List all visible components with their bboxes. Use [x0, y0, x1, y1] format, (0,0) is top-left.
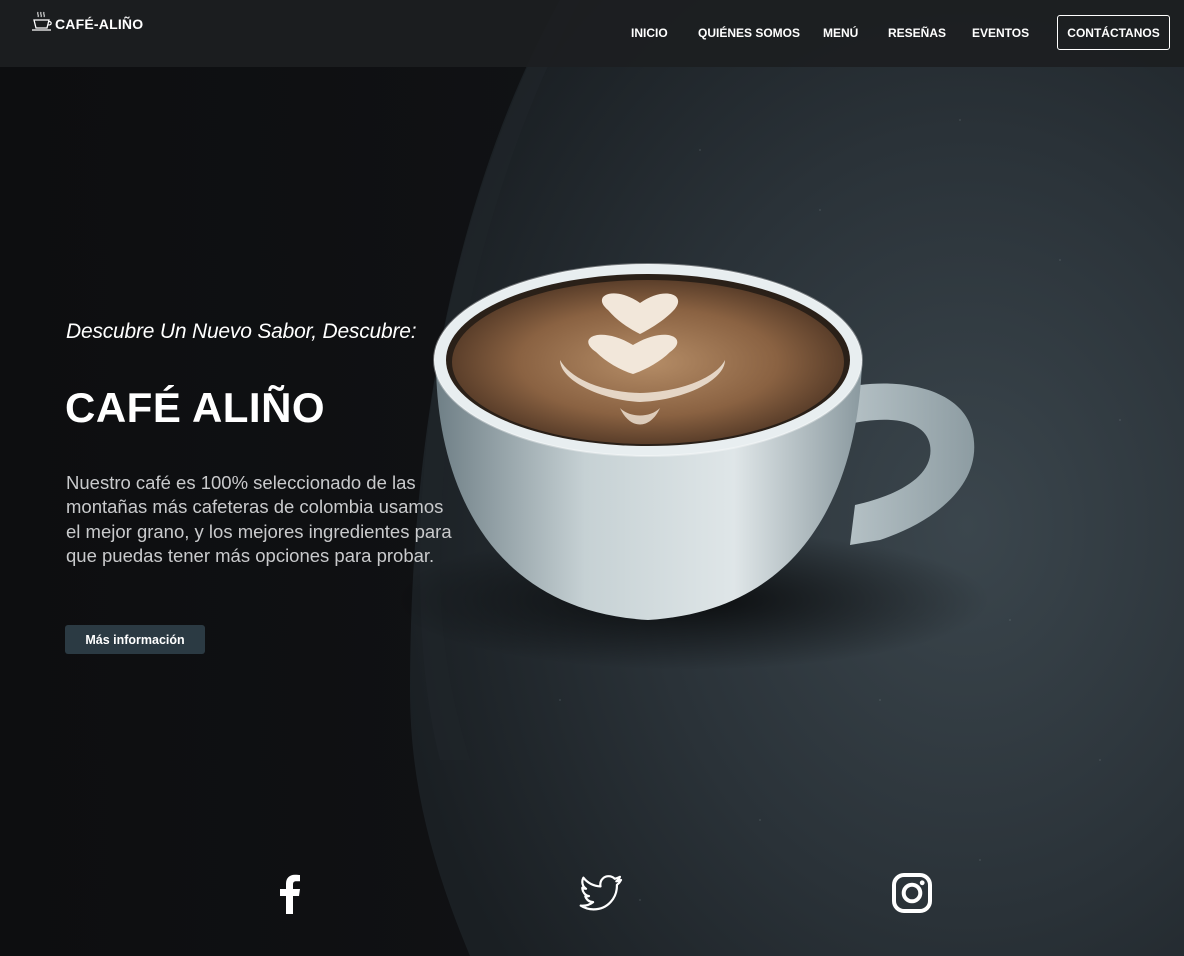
instagram-icon: [892, 873, 932, 913]
nav-item-resenas[interactable]: RESEÑAS: [888, 26, 946, 40]
top-navbar: CAFÉ-ALIÑO INICIO QUIÉNES SOMOS MENÚ RES…: [0, 0, 1184, 67]
more-info-button[interactable]: Más información: [65, 625, 205, 654]
nav-item-menu[interactable]: MENÚ: [823, 26, 858, 40]
brand-name: CAFÉ-ALIÑO: [55, 16, 144, 32]
page: CAFÉ-ALIÑO INICIO QUIÉNES SOMOS MENÚ RES…: [0, 0, 1184, 956]
facebook-link[interactable]: [264, 868, 314, 918]
hero-description: Nuestro café es 100% seleccionado de las…: [66, 472, 452, 566]
brand-logo[interactable]: CAFÉ-ALIÑO: [30, 9, 143, 33]
hero-title: CAFÉ ALIÑO: [65, 384, 326, 431]
coffee-cup-icon: [32, 11, 52, 31]
facebook-icon: [280, 874, 300, 914]
nav-item-quienes-somos[interactable]: QUIÉNES SOMOS: [698, 26, 800, 40]
twitter-link[interactable]: [576, 868, 626, 918]
hero-tagline: Descubre Un Nuevo Sabor, Descubre:: [66, 320, 417, 343]
nav-item-eventos[interactable]: EVENTOS: [972, 26, 1029, 40]
twitter-icon: [579, 875, 623, 911]
instagram-link[interactable]: [887, 868, 937, 918]
nav-item-inicio[interactable]: INICIO: [631, 26, 668, 40]
contact-button[interactable]: CONTÁCTANOS: [1057, 15, 1170, 50]
